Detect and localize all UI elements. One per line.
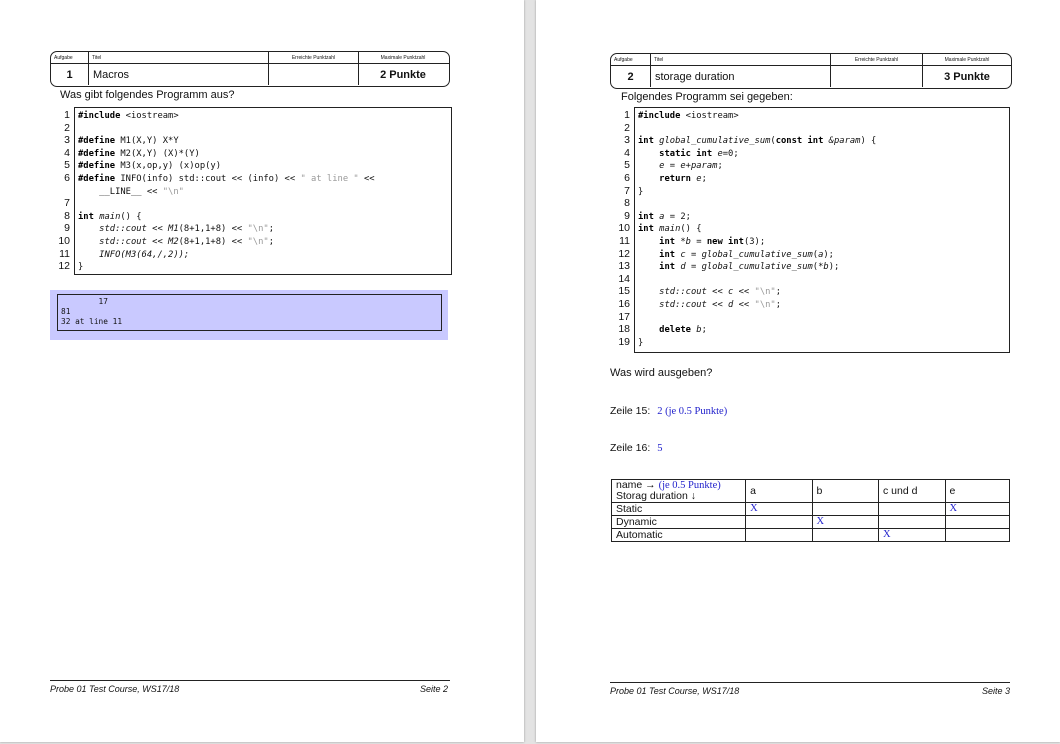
row-label-automatic: Automatic bbox=[610, 528, 747, 542]
page-2: Aufgabe Titel Erreichte Punktzahl Maxima… bbox=[0, 0, 524, 742]
header-label-maximale: Maximale Punktzahl bbox=[944, 56, 990, 63]
code-line: int main() { bbox=[638, 224, 702, 235]
code-listing: 12 34 56 78 9 10 11 12 #include <iostream>… bbox=[52, 107, 452, 275]
code-line: #define INFO(info) std::cout << (info) <… bbox=[78, 173, 375, 184]
code-line: return e; bbox=[638, 173, 707, 184]
code-line: std::cout << M1(8+1,1+8) << "\n"; bbox=[78, 224, 274, 235]
max-points: 3 Punkte bbox=[944, 70, 990, 83]
column-header-b: b bbox=[811, 479, 879, 503]
code-line: int a = 2; bbox=[638, 211, 691, 222]
code-line: delete b; bbox=[638, 325, 707, 336]
task-header: Aufgabe Titel Erreichte Punktzahl Maxima… bbox=[610, 53, 1012, 89]
code-line: std::cout << M2(8+1,1+8) << "\n"; bbox=[78, 236, 274, 247]
code-line: int main() { bbox=[78, 211, 142, 222]
achieved-points-field[interactable] bbox=[831, 66, 923, 87]
cell-dynamic-e[interactable] bbox=[944, 515, 1011, 529]
zeile-16-label: Zeile 16: bbox=[610, 442, 651, 454]
cell-automatic-e[interactable] bbox=[944, 528, 1011, 542]
cell-static-e[interactable]: X bbox=[944, 502, 1011, 516]
question-text: Was wird ausgeben? bbox=[610, 367, 713, 379]
cell-automatic-b[interactable] bbox=[811, 528, 879, 542]
code-listing: 12 34 56 78 9 10 11 12 13 14 15 16 17 18 19 #… bbox=[612, 107, 1012, 353]
cell-automatic-c-und-d[interactable]: X bbox=[877, 528, 946, 542]
column-header-a: a bbox=[745, 479, 813, 503]
cell-automatic-a[interactable] bbox=[745, 528, 813, 542]
row-label-static: Static bbox=[610, 502, 747, 516]
cell-dynamic-a[interactable] bbox=[745, 515, 813, 529]
footer-page: Seite 2 bbox=[420, 684, 449, 694]
table-corner-header: name → (je 0.5 Punkte) Storag duration ↓ bbox=[610, 479, 747, 503]
header-label-titel: Titel bbox=[651, 54, 831, 65]
code-line: } bbox=[638, 186, 644, 197]
footer-course: Probe 01 Test Course, WS17/18 bbox=[50, 684, 180, 694]
code-line: e = e+param; bbox=[638, 161, 723, 172]
task-title: Macros bbox=[89, 64, 269, 85]
code-line: static int e=0; bbox=[638, 148, 739, 159]
intro-text: Folgendes Programm sei gegeben: bbox=[621, 91, 793, 103]
header-label-erreicht: Erreichte Punktzahl bbox=[269, 52, 359, 63]
page-3: Aufgabe Titel Erreichte Punktzahl Maxima… bbox=[536, 0, 1060, 742]
cell-static-a[interactable]: X bbox=[745, 502, 813, 516]
zeile-16-row: Zeile 16: 5 bbox=[610, 442, 662, 454]
line-numbers: 12 34 56 78 9 10 11 12 bbox=[58, 109, 70, 273]
header-label-titel: Titel bbox=[89, 52, 269, 63]
cell-static-b[interactable] bbox=[811, 502, 879, 516]
zeile-16-answer[interactable]: 5 bbox=[657, 443, 662, 454]
answer-output-area[interactable]: 17 81 32 at line 11 bbox=[50, 290, 448, 340]
cell-dynamic-b[interactable]: X bbox=[811, 515, 879, 529]
task-title: storage duration bbox=[651, 66, 831, 87]
code-box: #include <iostream> int global_cumulativ… bbox=[634, 107, 1010, 353]
cell-dynamic-c-und-d[interactable] bbox=[877, 515, 946, 529]
code-line: #define M1(X,Y) X*Y bbox=[78, 136, 179, 147]
header-label-aufgabe: Aufgabe bbox=[611, 54, 651, 65]
code-line: int c = global_cumulative_sum(a); bbox=[638, 249, 834, 260]
code-line: std::cout << d << "\n"; bbox=[638, 299, 782, 310]
code-line: int global_cumulative_sum(const int &par… bbox=[638, 136, 877, 147]
code-line: #include <iostream> bbox=[78, 111, 179, 121]
table-row: Automatic X bbox=[610, 528, 1011, 542]
question-text: Was gibt folgendes Programm aus? bbox=[60, 89, 235, 101]
header-label-maximale: Maximale Punktzahl bbox=[380, 54, 426, 61]
task-number: 2 bbox=[611, 66, 651, 87]
footer-rule bbox=[610, 682, 1010, 683]
code-line: #define M2(X,Y) (X)*(Y) bbox=[78, 148, 200, 159]
row-label-dynamic: Dynamic bbox=[610, 515, 747, 529]
code-line: int d = global_cumulative_sum(*b); bbox=[638, 262, 840, 273]
table-row: Static X X bbox=[610, 502, 1011, 516]
code-line: int *b = new int(3); bbox=[638, 236, 766, 247]
code-box: #include <iostream> #define M1(X,Y) X*Y … bbox=[74, 107, 452, 275]
header-label-erreicht: Erreichte Punktzahl bbox=[831, 54, 923, 65]
code-line: } bbox=[638, 337, 644, 348]
cell-static-c-und-d[interactable] bbox=[877, 502, 946, 516]
footer-rule bbox=[50, 680, 450, 681]
code-line: #define M3(x,op,y) (x)op(y) bbox=[78, 161, 222, 172]
table-row: Dynamic X bbox=[610, 515, 1011, 529]
code-line: std::cout << c << "\n"; bbox=[638, 287, 782, 298]
storage-duration-table: name → (je 0.5 Punkte) Storag duration ↓… bbox=[610, 479, 1011, 542]
max-points: 2 Punkte bbox=[380, 68, 426, 81]
footer-course: Probe 01 Test Course, WS17/18 bbox=[610, 686, 740, 696]
zeile-15-answer[interactable]: 2 (je 0.5 Punkte) bbox=[657, 406, 727, 417]
code-line: } bbox=[78, 262, 84, 273]
header-label-aufgabe: Aufgabe bbox=[51, 52, 89, 63]
code-line: #include <iostream> bbox=[638, 111, 739, 121]
task-number: 1 bbox=[51, 64, 89, 85]
task-header: Aufgabe Titel Erreichte Punktzahl Maxima… bbox=[50, 51, 450, 87]
code-line: INFO(M3(64,/,2)); bbox=[78, 249, 190, 260]
column-header-c-und-d: c und d bbox=[877, 479, 946, 503]
zeile-15-row: Zeile 15: 2 (je 0.5 Punkte) bbox=[610, 405, 727, 417]
achieved-points-field[interactable] bbox=[269, 64, 359, 85]
answer-output-box: 17 81 32 at line 11 bbox=[57, 294, 442, 331]
zeile-15-label: Zeile 15: bbox=[610, 405, 651, 417]
column-header-e: e bbox=[944, 479, 1011, 503]
footer-page: Seite 3 bbox=[982, 686, 1011, 696]
line-numbers: 12 34 56 78 9 10 11 12 13 14 15 16 17 18 19 bbox=[618, 109, 630, 348]
code-line: __LINE__ << "\n" bbox=[78, 186, 184, 197]
